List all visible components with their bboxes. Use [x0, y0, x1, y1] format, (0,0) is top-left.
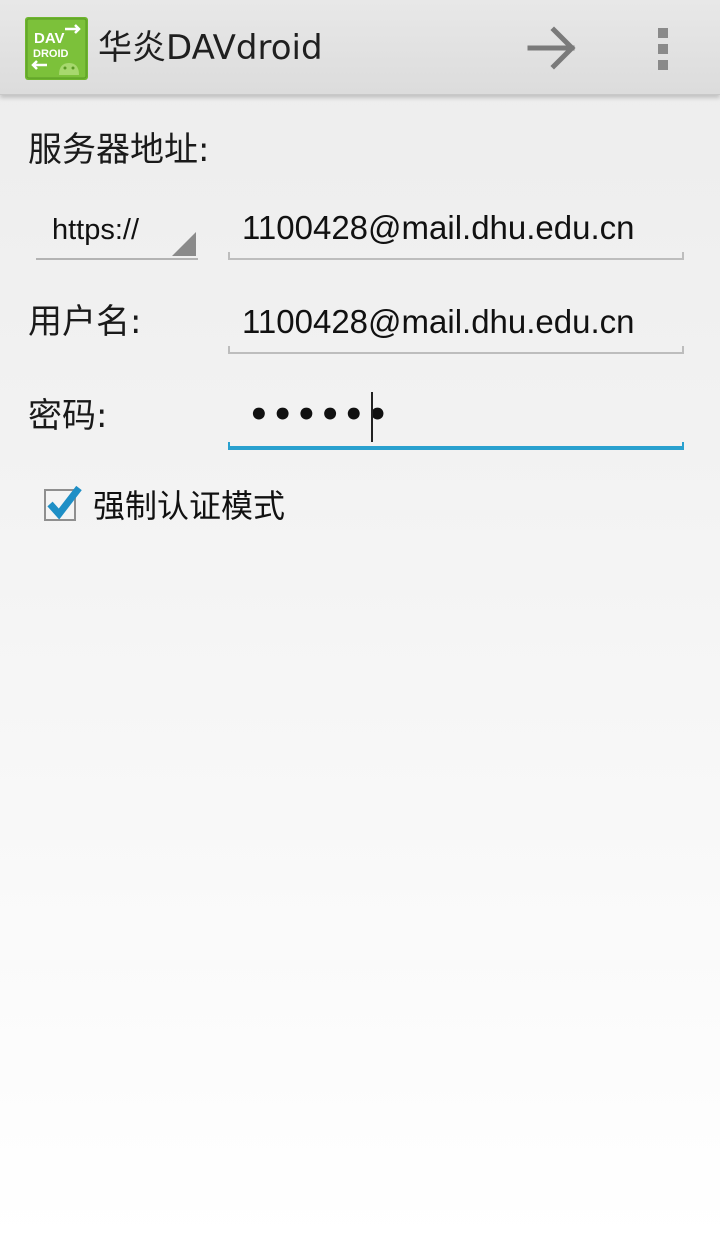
- more-vertical-icon[interactable]: [640, 18, 688, 78]
- arrow-right-icon[interactable]: [522, 18, 582, 78]
- password-masked-value: ••••••: [248, 395, 391, 435]
- username-value: 1100428@mail.dhu.edu.cn: [242, 303, 635, 340]
- input-underline: [228, 346, 684, 354]
- server-address-input[interactable]: 1100428@mail.dhu.edu.cn: [228, 204, 684, 260]
- input-underline-focused: [228, 442, 684, 450]
- app-title: 华炎DAVdroid: [98, 28, 323, 68]
- username-label: 用户名:: [28, 302, 142, 342]
- dropdown-corner-icon: [172, 232, 196, 256]
- url-scheme-dropdown[interactable]: https://: [36, 206, 198, 260]
- icon-text-droid: DROID: [33, 48, 69, 60]
- password-input[interactable]: ••••••: [228, 392, 684, 450]
- preemptive-auth-label[interactable]: 强制认证模式: [93, 484, 285, 528]
- davdroid-app-icon[interactable]: DAV DROID: [25, 17, 88, 80]
- action-bar: DAV DROID 华炎DAVdroid: [0, 0, 720, 95]
- preemptive-auth-checkbox[interactable]: [42, 484, 82, 524]
- server-address-value: 1100428@mail.dhu.edu.cn: [242, 209, 635, 246]
- input-underline: [228, 252, 684, 260]
- password-label: 密码:: [28, 396, 108, 436]
- username-input[interactable]: 1100428@mail.dhu.edu.cn: [228, 298, 684, 354]
- text-cursor: [371, 392, 373, 442]
- icon-text-dav: DAV: [34, 30, 65, 47]
- url-scheme-selected: https://: [52, 214, 140, 246]
- server-address-label: 服务器地址:: [28, 130, 210, 170]
